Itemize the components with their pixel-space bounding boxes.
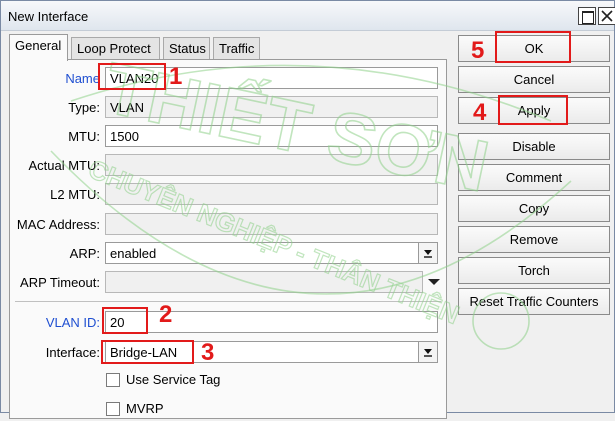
interface-label: Interface: [45,345,100,360]
mac-address-label: MAC Address: [16,217,100,232]
use-service-tag-checkbox[interactable] [106,373,120,387]
remove-button[interactable]: Remove [458,226,610,253]
disable-button[interactable]: Disable [458,133,610,160]
divider [15,301,441,302]
annotation-box-apply [498,95,568,125]
copy-button[interactable]: Copy [458,195,610,222]
annotation-number-4: 4 [473,99,487,126]
arp-dropdown-icon[interactable] [418,243,437,263]
new-interface-window: New Interface General Loop Protect Statu… [0,0,615,419]
use-service-tag-label: Use Service Tag [126,372,221,387]
mac-address-field [105,213,438,235]
comment-button[interactable]: Comment [458,164,610,191]
reset-traffic-counters-button[interactable]: Reset Traffic Counters [458,288,610,315]
cancel-button[interactable]: Cancel [458,66,610,93]
annotation-box-name [98,63,166,90]
type-field: VLAN [105,96,438,118]
annotation-number-2: 2 [159,301,173,328]
interface-dropdown-icon[interactable] [418,342,437,362]
l2-mtu-field [105,183,438,205]
annotation-box-ok [495,31,571,63]
mvrp-checkbox[interactable] [106,402,120,416]
mtu-field[interactable]: 1500 [105,125,438,147]
mtu-label: MTU: [68,129,100,144]
vlan-id-field[interactable]: 20 [105,311,438,333]
actual-mtu-field [105,154,438,176]
maximize-icon[interactable] [578,7,596,25]
annotation-number-1: 1 [169,63,183,90]
arp-value: enabled [110,246,157,261]
arp-select[interactable]: enabled [105,242,438,264]
type-label: Type: [68,100,100,115]
tab-loop-protect[interactable]: Loop Protect [71,37,160,60]
name-label: Name [65,71,100,86]
tab-status[interactable]: Status [163,37,210,60]
mvrp-label: MVRP [126,401,164,416]
tab-general[interactable]: General [9,34,68,61]
arp-label: ARP: [69,246,100,261]
title-bar[interactable]: New Interface [1,1,615,31]
annotation-number-3: 3 [201,339,215,366]
annotation-box-interface [101,340,194,364]
annotation-box-vlan-id [102,307,148,334]
torch-button[interactable]: Torch [458,257,610,284]
arp-timeout-field [105,271,423,293]
annotation-number-5: 5 [471,37,485,64]
general-panel: Name VLAN20 Type: VLAN MTU: 1500 Actual … [9,59,447,419]
expand-triangle-icon[interactable] [428,279,440,285]
actual-mtu-label: Actual MTU: [28,158,100,173]
l2-mtu-label: L2 MTU: [50,187,100,202]
arp-timeout-label: ARP Timeout: [20,275,100,290]
close-icon[interactable] [598,7,615,25]
window-title: New Interface [8,9,89,24]
vlan-id-label: VLAN ID: [45,315,100,330]
tab-traffic[interactable]: Traffic [213,37,260,60]
